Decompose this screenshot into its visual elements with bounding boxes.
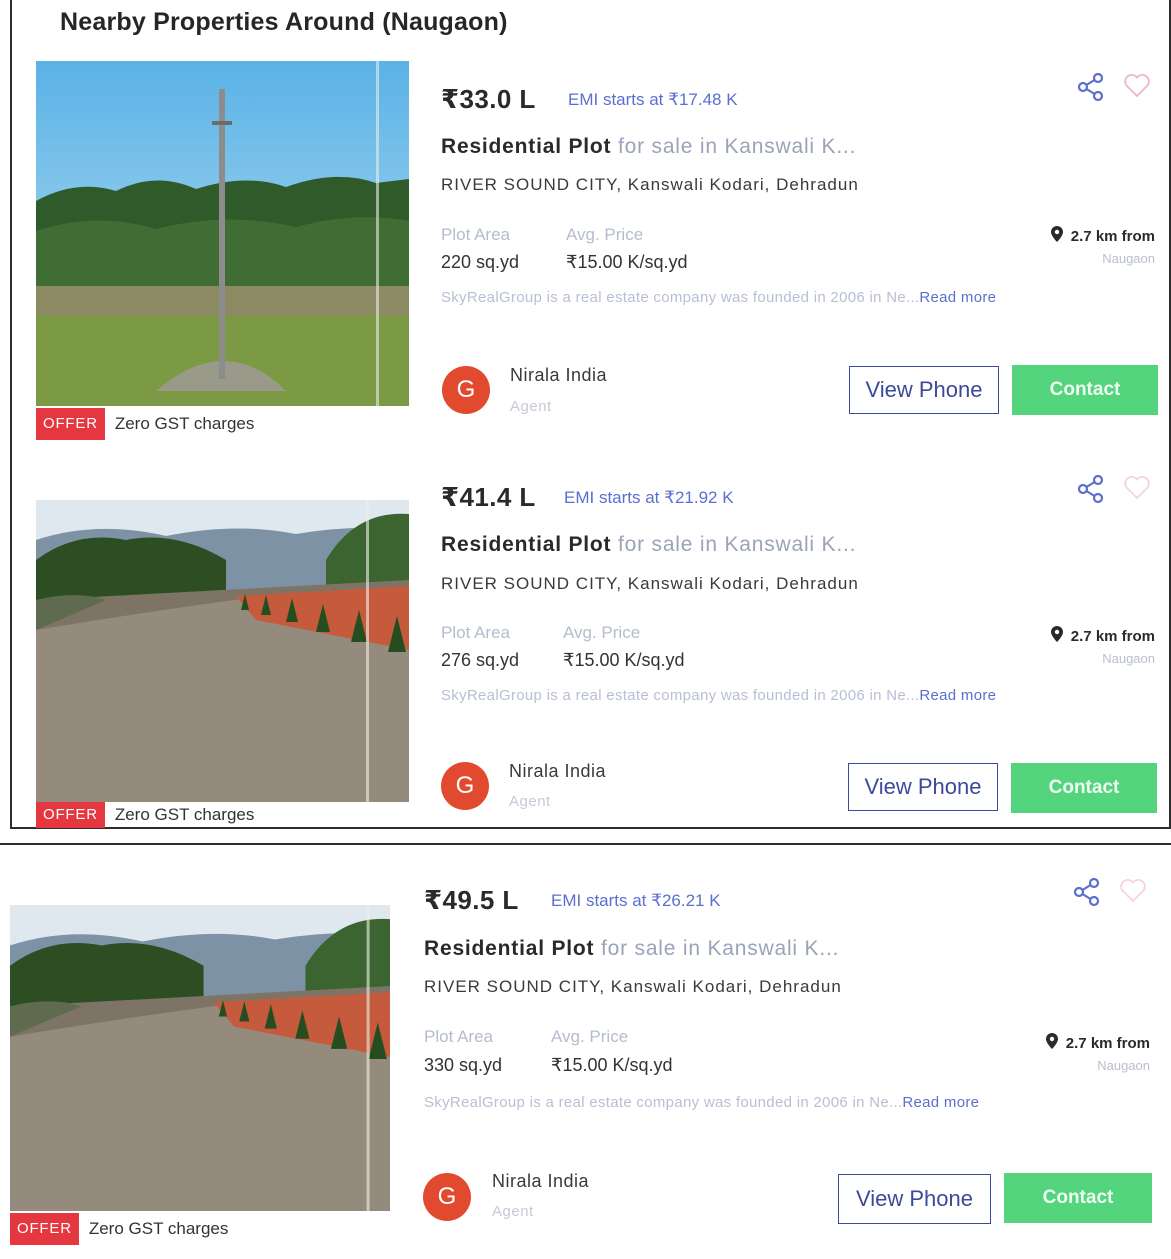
title-type: Residential Plot xyxy=(441,533,612,556)
agent-avatar: G xyxy=(423,1173,471,1221)
heart-icon[interactable] xyxy=(1118,875,1148,905)
plot-area-value: 330 sq.yd xyxy=(424,1055,503,1075)
avg-price-value: ₹15.00 K/sq.yd xyxy=(551,1055,673,1075)
distance-info: 2.7 km from Naugaon xyxy=(972,226,1155,266)
agent-name[interactable]: Nirala India xyxy=(509,761,606,782)
plot-photo-road xyxy=(36,500,409,802)
description: SkyRealGroup is a real estate company wa… xyxy=(424,1094,979,1111)
listing-title[interactable]: Residential Plot for sale in Kanswali K.… xyxy=(441,533,856,557)
listing-panel-top: Nearby Properties Around (Naugaon) OFFER… xyxy=(10,0,1171,829)
price: ₹33.0 L xyxy=(441,84,536,114)
property-card-2[interactable]: OFFER Zero GST charges ₹41.4 L EMI start… xyxy=(12,456,1162,836)
description: SkyRealGroup is a real estate company wa… xyxy=(441,289,996,306)
plot-area-value: 276 sq.yd xyxy=(441,650,520,670)
property-card-1[interactable]: OFFER Zero GST charges ₹33.0 L EMI start… xyxy=(12,58,1162,440)
listing-title[interactable]: Residential Plot for sale in Kanswali K.… xyxy=(441,135,856,159)
agent-role: Agent xyxy=(509,793,551,810)
read-more-link[interactable]: Read more xyxy=(919,687,996,704)
title-location: for sale in Kanswali K... xyxy=(611,533,857,556)
description: SkyRealGroup is a real estate company wa… xyxy=(441,687,996,704)
contact-button[interactable]: Contact xyxy=(1012,365,1158,415)
plot-area-label: Plot Area xyxy=(424,1027,493,1046)
view-phone-button[interactable]: View Phone xyxy=(848,763,998,811)
agent-avatar: G xyxy=(442,366,490,414)
offer-badge: OFFER Zero GST charges xyxy=(36,408,254,440)
distance-place: Naugaon xyxy=(1102,651,1155,666)
agent-role: Agent xyxy=(492,1203,534,1220)
avg-price-value: ₹15.00 K/sq.yd xyxy=(563,650,685,670)
offer-badge: OFFER Zero GST charges xyxy=(36,802,254,828)
share-icon[interactable] xyxy=(1072,877,1102,907)
price: ₹49.5 L xyxy=(424,885,519,915)
distance-place: Naugaon xyxy=(1097,1058,1150,1073)
offer-badge: OFFER Zero GST charges xyxy=(10,1213,228,1245)
heart-icon[interactable] xyxy=(1122,70,1152,100)
title-type: Residential Plot xyxy=(424,937,595,960)
offer-text: Zero GST charges xyxy=(88,1219,229,1238)
distance-text: 2.7 km from xyxy=(1070,627,1155,645)
property-card-3[interactable]: OFFER Zero GST charges ₹49.5 L EMI start… xyxy=(0,855,1160,1255)
plot-photo-road xyxy=(10,905,390,1211)
view-phone-button[interactable]: View Phone xyxy=(838,1174,991,1224)
avg-price-label: Avg. Price xyxy=(563,623,641,642)
description-text: SkyRealGroup is a real estate company wa… xyxy=(441,289,920,306)
title-type: Residential Plot xyxy=(441,135,612,158)
address: RIVER SOUND CITY, Kanswali Kodari, Dehra… xyxy=(424,977,842,996)
plot-area-value: 220 sq.yd xyxy=(441,252,520,272)
avg-price-label: Avg. Price xyxy=(551,1027,629,1046)
section-title: Nearby Properties Around (Naugaon) xyxy=(60,8,508,36)
agent-avatar: G xyxy=(441,762,489,810)
distance-text: 2.7 km from xyxy=(1070,227,1155,245)
listing-panel-bottom: OFFER Zero GST charges ₹49.5 L EMI start… xyxy=(0,843,1171,1259)
plot-area-label: Plot Area xyxy=(441,623,510,642)
title-location: for sale in Kanswali K... xyxy=(594,937,840,960)
offer-text: Zero GST charges xyxy=(114,414,255,433)
heart-icon[interactable] xyxy=(1122,472,1152,502)
share-icon[interactable] xyxy=(1076,72,1106,102)
offer-tag: OFFER xyxy=(10,1213,79,1245)
description-text: SkyRealGroup is a real estate company wa… xyxy=(424,1094,903,1111)
read-more-link[interactable]: Read more xyxy=(919,289,996,306)
description-text: SkyRealGroup is a real estate company wa… xyxy=(441,687,920,704)
distance-text: 2.7 km from xyxy=(1065,1034,1150,1052)
property-photo[interactable] xyxy=(36,500,409,802)
listing-title[interactable]: Residential Plot for sale in Kanswali K.… xyxy=(424,937,839,961)
emi-link[interactable]: EMI starts at ₹21.92 K xyxy=(564,488,734,508)
offer-tag: OFFER xyxy=(36,408,105,440)
location-pin-icon xyxy=(1050,626,1063,646)
emi-link[interactable]: EMI starts at ₹26.21 K xyxy=(551,891,721,911)
offer-text: Zero GST charges xyxy=(114,805,255,824)
share-icon[interactable] xyxy=(1076,474,1106,504)
view-phone-button[interactable]: View Phone xyxy=(849,366,999,414)
address: RIVER SOUND CITY, Kanswali Kodari, Dehra… xyxy=(441,574,859,593)
plot-photo-field xyxy=(36,61,409,406)
price: ₹41.4 L xyxy=(441,482,536,512)
location-pin-icon xyxy=(1050,226,1063,246)
agent-name[interactable]: Nirala India xyxy=(492,1171,589,1192)
agent-name[interactable]: Nirala India xyxy=(510,365,607,386)
emi-link[interactable]: EMI starts at ₹17.48 K xyxy=(568,90,738,110)
agent-role: Agent xyxy=(510,398,552,415)
property-photo[interactable] xyxy=(36,61,409,406)
read-more-link[interactable]: Read more xyxy=(902,1094,979,1111)
property-photo[interactable] xyxy=(10,905,390,1211)
contact-button[interactable]: Contact xyxy=(1004,1173,1152,1223)
distance-place: Naugaon xyxy=(1102,251,1155,266)
offer-tag: OFFER xyxy=(36,802,105,828)
plot-area-label: Plot Area xyxy=(441,225,510,244)
avg-price-label: Avg. Price xyxy=(566,225,644,244)
distance-info: 2.7 km from Naugaon xyxy=(972,626,1155,666)
title-location: for sale in Kanswali K... xyxy=(611,135,857,158)
avg-price-value: ₹15.00 K/sq.yd xyxy=(566,252,688,272)
address: RIVER SOUND CITY, Kanswali Kodari, Dehra… xyxy=(441,175,859,194)
contact-button[interactable]: Contact xyxy=(1011,763,1157,813)
location-pin-icon xyxy=(1045,1033,1058,1053)
distance-info: 2.7 km from Naugaon xyxy=(967,1033,1150,1073)
